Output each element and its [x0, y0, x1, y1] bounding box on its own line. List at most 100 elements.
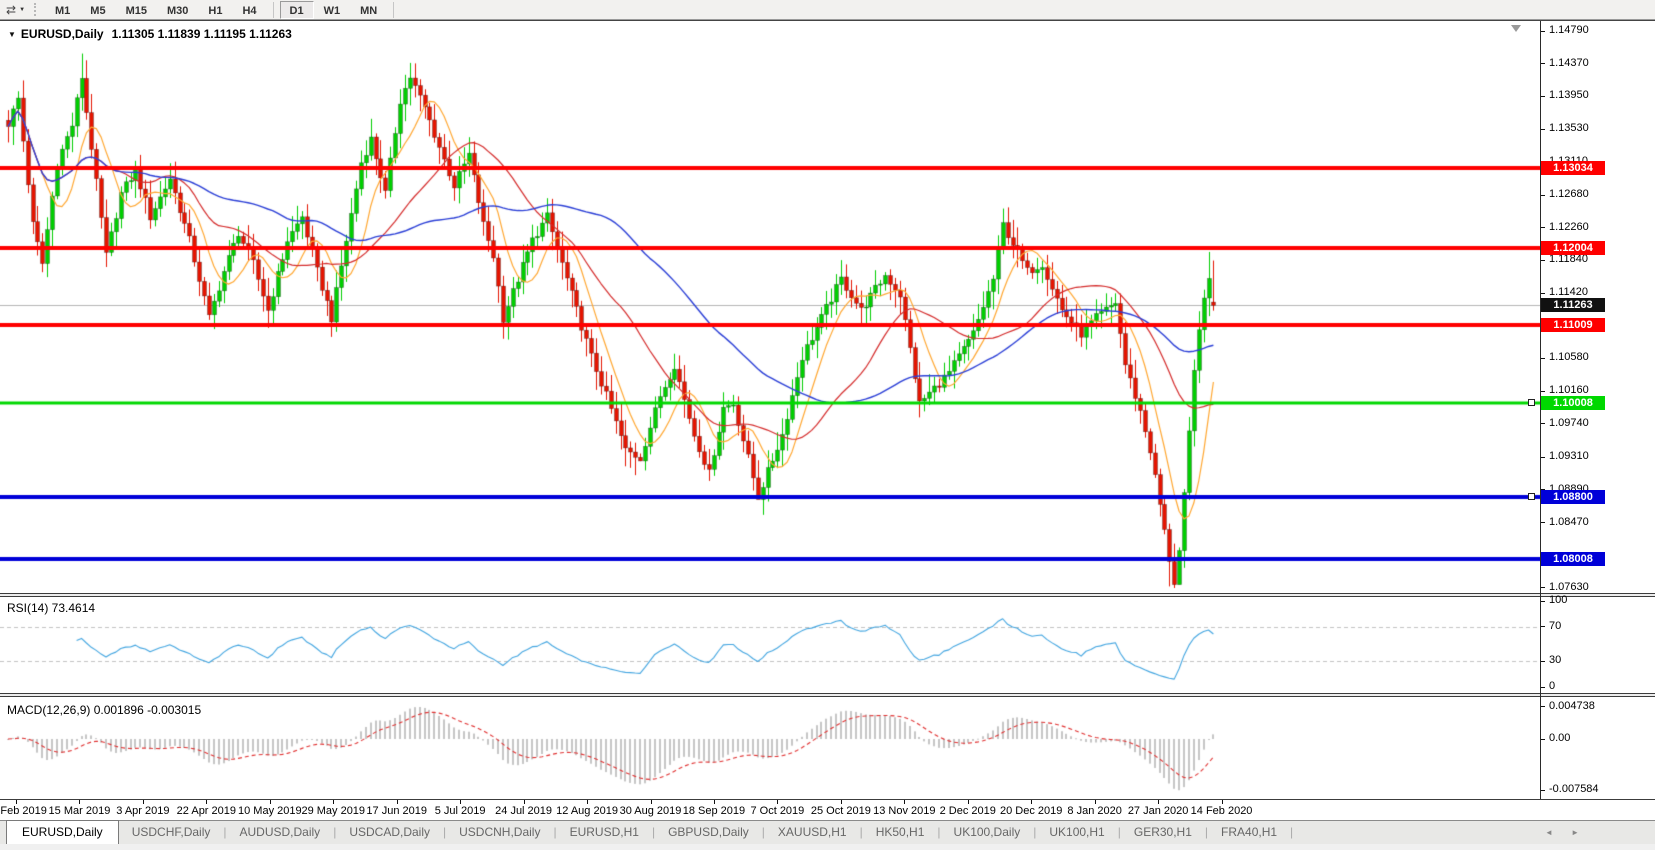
chart-tab-xauusd-h1[interactable]: XAUUSD,H1	[765, 822, 860, 844]
price-axis-tick	[1541, 227, 1545, 228]
date-axis-label: 24 Jul 2019	[495, 805, 552, 817]
date-axis[interactable]: 25 Feb 201915 Mar 20193 Apr 201922 Apr 2…	[0, 799, 1655, 820]
period-button-h1[interactable]: H1	[198, 1, 232, 19]
price-axis-tick	[1541, 195, 1545, 196]
date-axis-tick	[841, 800, 842, 804]
chart-shift-marker[interactable]	[1511, 25, 1521, 32]
rsi-axis-tick	[1541, 687, 1545, 688]
date-axis-label: 22 Apr 2019	[177, 805, 236, 817]
chart-tab-usdchf-daily[interactable]: USDCHF,Daily	[119, 822, 224, 844]
price-axis-label: 1.13530	[1549, 122, 1589, 134]
date-axis-tick	[79, 800, 80, 804]
tab-scroll-left-icon[interactable]: ◄	[1545, 828, 1561, 837]
date-axis-tick	[206, 800, 207, 804]
chart-tab-audusd-daily[interactable]: AUDUSD,Daily	[227, 822, 334, 844]
chart-tab-fra40-h1[interactable]: FRA40,H1	[1208, 822, 1290, 844]
price-axis-tick	[1541, 457, 1545, 458]
price-axis-tick	[1541, 293, 1545, 294]
rsi-axis-label: 70	[1549, 620, 1561, 632]
price-axis-tick	[1541, 358, 1545, 359]
date-axis-label: 25 Feb 2019	[0, 805, 47, 817]
date-axis-label: 12 Aug 2019	[556, 805, 618, 817]
date-axis-label: 17 Jun 2019	[366, 805, 427, 817]
date-axis-label: 13 Nov 2019	[873, 805, 935, 817]
tab-scroll-right-icon[interactable]: ►	[1571, 828, 1587, 837]
date-axis-label: 2 Dec 2019	[940, 805, 996, 817]
price-axis-label: 1.12680	[1549, 188, 1589, 200]
rsi-axis-label: 30	[1549, 654, 1561, 666]
tab-separator: |	[1290, 825, 1293, 844]
price-chart-canvas[interactable]	[0, 21, 1540, 593]
date-axis-tick	[333, 800, 334, 804]
macd-indicator-label: MACD(12,26,9) 0.001896 -0.003015	[7, 703, 201, 717]
price-axis-tick	[1541, 260, 1545, 261]
chart-tab-eurusd-daily[interactable]: EURUSD,Daily	[6, 820, 119, 844]
period-button-m30[interactable]: M30	[157, 1, 198, 19]
chart-tab-bar: EURUSD,DailyUSDCHF,Daily|AUDUSD,Daily|US…	[0, 820, 1655, 844]
chevron-down-icon: ▼	[19, 7, 25, 13]
date-axis-tick	[968, 800, 969, 804]
chart-tab-gbpusd-daily[interactable]: GBPUSD,Daily	[655, 822, 762, 844]
macd-axis-label: 0.00	[1549, 732, 1570, 744]
macd-axis-label: -0.007584	[1549, 783, 1599, 795]
macd-axis-label: 0.004738	[1549, 700, 1595, 712]
price-axis-label: 1.08470	[1549, 516, 1589, 528]
date-axis-tick	[397, 800, 398, 804]
rsi-indicator-label: RSI(14) 73.4614	[7, 601, 95, 615]
price-axis-tick	[1541, 423, 1545, 424]
price-axis-label: 1.13950	[1549, 89, 1589, 101]
chart-tab-uk100-daily[interactable]: UK100,Daily	[941, 822, 1034, 844]
price-axis-label: 1.07630	[1549, 581, 1589, 593]
price-axis-tick	[1541, 587, 1545, 588]
date-axis-tick	[270, 800, 271, 804]
rsi-axis-tick	[1541, 626, 1545, 627]
chart-tab-uk100-h1[interactable]: UK100,H1	[1036, 822, 1117, 844]
period-button-m1[interactable]: M1	[45, 1, 80, 19]
chart-tab-eurusd-h1[interactable]: EURUSD,H1	[557, 822, 652, 844]
period-button-w1[interactable]: W1	[314, 1, 351, 19]
chart-tab-ger30-h1[interactable]: GER30,H1	[1121, 822, 1205, 844]
price-axis-tick	[1541, 96, 1545, 97]
macd-axis-tick	[1541, 790, 1545, 791]
rsi-axis-label: 100	[1549, 594, 1567, 606]
price-axis-label: 1.09740	[1549, 417, 1589, 429]
date-axis-label: 8 Jan 2020	[1067, 805, 1121, 817]
period-button-h4[interactable]: H4	[232, 1, 266, 19]
price-level-badge: 1.11009	[1541, 318, 1605, 332]
price-axis-label: 1.11420	[1549, 286, 1588, 298]
date-axis-tick	[524, 800, 525, 804]
toolbar-grip[interactable]	[34, 3, 38, 16]
price-level-badge: 1.12004	[1541, 241, 1605, 255]
price-axis-label: 1.11840	[1549, 253, 1588, 265]
toolbar-separator	[393, 2, 394, 18]
macd-pane: MACD(12,26,9) 0.001896 -0.003015	[0, 697, 1655, 799]
price-level-badge: 1.13034	[1541, 161, 1605, 175]
period-button-mn[interactable]: MN	[350, 1, 387, 19]
tab-scroll-arrows: ◄ ►	[1545, 828, 1587, 837]
period-button-d1[interactable]: D1	[280, 1, 314, 19]
rsi-pane: RSI(14) 73.4614	[0, 597, 1655, 693]
level-line-handle[interactable]	[1528, 399, 1535, 406]
macd-canvas[interactable]	[0, 697, 1540, 799]
arrange-arrows-icon[interactable]: ⇄ ▼	[6, 4, 25, 16]
price-axis-label: 1.10580	[1549, 351, 1589, 363]
price-axis-label: 1.14370	[1549, 57, 1589, 69]
chart-tab-usdcnh-daily[interactable]: USDCNH,Daily	[446, 822, 553, 844]
price-level-badge: 1.10008	[1541, 396, 1605, 410]
macd-axis-tick	[1541, 739, 1545, 740]
chart-tab-hk50-h1[interactable]: HK50,H1	[863, 822, 938, 844]
price-axis-tick	[1541, 31, 1545, 32]
rsi-axis-tick	[1541, 601, 1545, 602]
period-button-m15[interactable]: M15	[116, 1, 157, 19]
chart-title: ▼ EURUSD,Daily 1.11305 1.11839 1.11195 1…	[8, 27, 292, 41]
period-button-m5[interactable]: M5	[80, 1, 115, 19]
rsi-axis-label: 0	[1549, 680, 1555, 692]
chart-tab-usdcad-daily[interactable]: USDCAD,Daily	[336, 822, 443, 844]
rsi-canvas[interactable]	[0, 597, 1540, 693]
level-line-handle[interactable]	[1528, 493, 1535, 500]
price-axis-line[interactable]	[1540, 21, 1541, 799]
date-axis-tick	[16, 800, 17, 804]
collapse-triangle-icon[interactable]: ▼	[8, 30, 16, 39]
date-axis-label: 3 Apr 2019	[116, 805, 169, 817]
date-axis-label: 30 Aug 2019	[620, 805, 682, 817]
